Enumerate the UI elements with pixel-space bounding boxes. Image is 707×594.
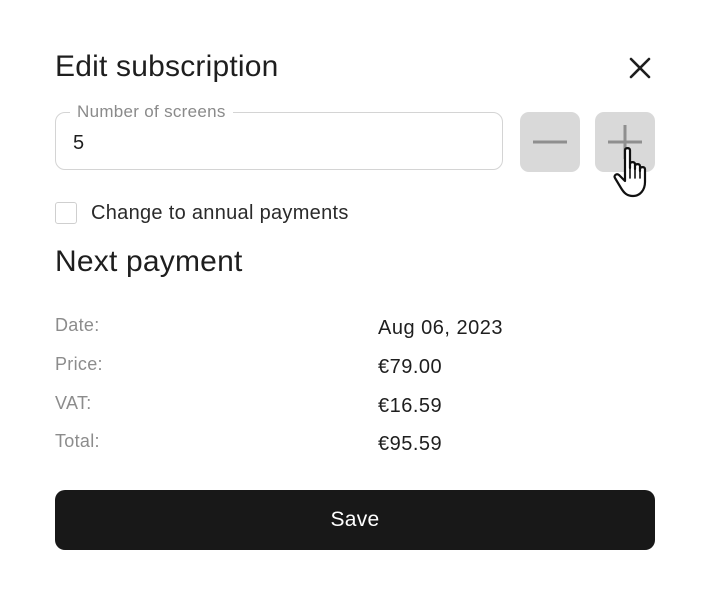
total-label: Total: xyxy=(55,431,100,451)
payment-row-price: Price: €79.00 xyxy=(55,354,655,380)
date-label: Date: xyxy=(55,315,100,335)
plus-icon xyxy=(608,125,642,159)
minus-icon xyxy=(533,140,567,144)
screens-field: Number of screens xyxy=(55,101,503,170)
annual-payments-checkbox[interactable] xyxy=(55,202,77,224)
screens-input[interactable] xyxy=(73,130,473,156)
date-value: Aug 06, 2023 xyxy=(378,317,503,339)
payment-row-date: Date: Aug 06, 2023 xyxy=(55,315,655,341)
edit-subscription-dialog: Edit subscription Number of screens Chan… xyxy=(0,0,707,594)
screens-field-label: Number of screens xyxy=(70,101,233,123)
vat-label: VAT: xyxy=(55,393,92,413)
vat-value: €16.59 xyxy=(378,395,443,417)
total-value: €95.59 xyxy=(378,433,443,455)
price-value: €79.00 xyxy=(378,356,443,378)
annual-payments-row[interactable]: Change to annual payments xyxy=(55,200,349,226)
next-payment-title: Next payment xyxy=(55,245,243,278)
decrement-button[interactable] xyxy=(520,112,580,172)
payment-row-vat: VAT: €16.59 xyxy=(55,393,655,419)
payment-row-total: Total: €95.59 xyxy=(55,431,655,457)
close-button[interactable] xyxy=(624,52,656,84)
save-button[interactable]: Save xyxy=(55,490,655,550)
increment-button[interactable] xyxy=(595,112,655,172)
annual-payments-label[interactable]: Change to annual payments xyxy=(91,202,349,225)
dialog-title: Edit subscription xyxy=(55,50,279,83)
price-label: Price: xyxy=(55,354,103,374)
close-icon xyxy=(629,57,651,79)
